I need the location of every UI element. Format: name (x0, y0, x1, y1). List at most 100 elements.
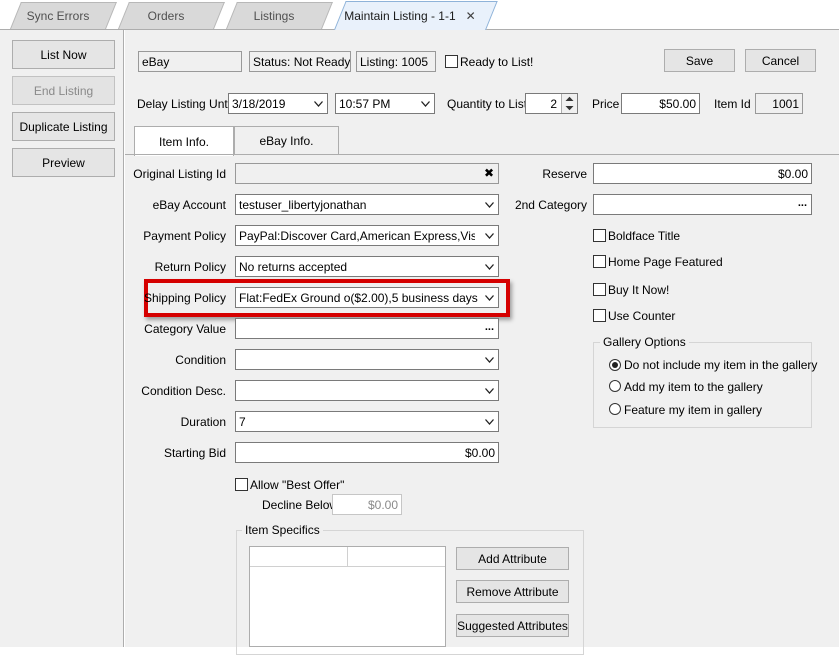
duration-value: 7 (239, 414, 246, 429)
category-value-field[interactable]: ... (235, 318, 499, 339)
quantity-spinner[interactable] (561, 94, 577, 113)
quantity-stepper[interactable]: 2 (525, 93, 578, 114)
close-icon[interactable]: ✕ (466, 9, 476, 23)
chevron-down-icon[interactable] (309, 94, 327, 113)
shipping-policy-label: Shipping Policy (143, 291, 226, 305)
tab-maintain-listing[interactable]: Maintain Listing - 1-1 ✕ (334, 1, 498, 30)
save-button[interactable]: Save (664, 49, 735, 72)
tab-listings[interactable]: Listings (226, 2, 333, 29)
ellipsis-icon[interactable]: ... (485, 321, 494, 333)
item-id-field: 1001 (755, 93, 803, 114)
condition-label: Condition (175, 353, 226, 367)
item-specifics-grid[interactable] (249, 546, 446, 647)
gallery-option-add-radio[interactable] (609, 380, 621, 392)
condition-desc-select[interactable] (235, 380, 499, 401)
decline-below-label: Decline Below (262, 498, 339, 512)
payment-policy-select[interactable]: PayPal:Discover Card,American Express,Vi… (235, 225, 499, 246)
return-policy-value: No returns accepted (239, 259, 348, 274)
delay-time-value: 10:57 PM (339, 96, 391, 111)
status-field: Status: Not Ready (249, 51, 351, 72)
return-policy-label: Return Policy (154, 260, 226, 274)
tab-label: Sync Errors (26, 8, 90, 23)
chevron-down-icon[interactable] (416, 94, 434, 113)
end-listing-button[interactable]: End Listing (12, 76, 115, 105)
shipping-policy-select[interactable]: Flat:FedEx Ground o($2.00),5 business da… (235, 287, 499, 308)
gallery-option-none-radio[interactable] (609, 359, 621, 371)
chevron-down-icon[interactable] (480, 288, 498, 307)
tab-item-info[interactable]: Item Info. (134, 126, 234, 156)
ready-to-list-checkbox[interactable] (445, 55, 458, 68)
tab-ebay-info[interactable]: eBay Info. (234, 126, 339, 154)
ebay-account-value: testuser_libertyjonathan (239, 197, 367, 212)
category-value-label: Category Value (144, 322, 226, 336)
preview-button[interactable]: Preview (12, 148, 115, 177)
buy-it-now-label: Buy It Now! (608, 283, 670, 297)
condition-desc-label: Condition Desc. (141, 384, 226, 398)
use-counter-checkbox[interactable] (593, 309, 606, 322)
item-specifics-label: Item Specifics (242, 523, 323, 537)
suggested-attributes-button[interactable]: Suggested Attributes (456, 614, 569, 637)
price-input[interactable]: $50.00 (621, 93, 700, 114)
shipping-policy-value: Flat:FedEx Ground o($2.00),5 business da… (239, 290, 478, 305)
delay-date-value: 3/18/2019 (232, 96, 286, 111)
starting-bid-input[interactable]: $0.00 (235, 442, 499, 463)
delay-time-picker[interactable]: 10:57 PM (335, 93, 435, 114)
duplicate-listing-button[interactable]: Duplicate Listing (12, 112, 115, 141)
site-field: eBay (138, 51, 242, 72)
grid-column-divider (347, 547, 348, 567)
ready-to-list-label: Ready to List! (460, 55, 534, 69)
chevron-up-icon[interactable] (565, 96, 574, 102)
remove-attribute-button[interactable]: Remove Attribute (456, 580, 569, 603)
home-page-featured-checkbox[interactable] (593, 255, 606, 268)
chevron-down-icon[interactable] (480, 412, 498, 431)
chevron-down-icon[interactable] (480, 195, 498, 214)
boldface-title-checkbox[interactable] (593, 229, 606, 242)
chevron-down-icon[interactable] (480, 257, 498, 276)
gallery-option-none-label: Do not include my item in the gallery (624, 358, 818, 372)
second-category-field[interactable]: ... (593, 194, 812, 215)
tab-label: Orders (147, 8, 185, 23)
add-attribute-button[interactable]: Add Attribute (456, 547, 569, 570)
gallery-option-add-label: Add my item to the gallery (624, 380, 763, 394)
cancel-button[interactable]: Cancel (745, 49, 816, 72)
tab-divider (125, 154, 839, 155)
decline-below-input[interactable]: $0.00 (332, 494, 402, 515)
use-counter-label: Use Counter (608, 309, 676, 323)
tab-orders[interactable]: Orders (118, 2, 225, 29)
tab-label: eBay Info. (259, 133, 314, 148)
gallery-option-feature-label: Feature my item in gallery (624, 403, 763, 417)
list-now-button[interactable]: List Now (12, 40, 115, 69)
tab-sync-errors[interactable]: Sync Errors (10, 2, 117, 29)
delay-date-picker[interactable]: 3/18/2019 (228, 93, 328, 114)
duration-label: Duration (180, 415, 226, 429)
quantity-value: 2 (550, 96, 557, 111)
gallery-option-feature-radio[interactable] (609, 403, 621, 415)
allow-best-offer-label: Allow "Best Offer" (250, 478, 345, 492)
tab-label: Listings (253, 8, 295, 23)
chevron-down-icon[interactable] (480, 226, 498, 245)
duration-select[interactable]: 7 (235, 411, 499, 432)
maintain-listing-panel: eBay Status: Not Ready Listing: 1005 Rea… (125, 30, 839, 655)
home-page-featured-label: Home Page Featured (608, 255, 723, 269)
ebay-account-select[interactable]: testuser_libertyjonathan (235, 194, 499, 215)
ebay-account-label: eBay Account (152, 198, 226, 212)
payment-policy-value: PayPal:Discover Card,American Express,Vi… (239, 228, 475, 243)
allow-best-offer-checkbox[interactable] (235, 478, 248, 491)
item-id-label: Item Id (714, 97, 751, 111)
left-action-panel: List Now End Listing Duplicate Listing P… (0, 30, 124, 647)
ellipsis-icon[interactable]: ... (798, 197, 807, 209)
price-label: Price (592, 97, 620, 111)
buy-it-now-checkbox[interactable] (593, 283, 606, 296)
chevron-down-icon[interactable] (480, 350, 498, 369)
listing-number-field: Listing: 1005 (356, 51, 436, 72)
condition-select[interactable] (235, 349, 499, 370)
boldface-title-label: Boldface Title (608, 229, 681, 243)
quantity-label: Quantity to List (447, 97, 528, 111)
reserve-input[interactable]: $0.00 (593, 163, 812, 184)
tab-label: Maintain Listing - 1-1 (344, 8, 456, 23)
chevron-down-icon[interactable] (565, 105, 574, 111)
original-listing-id-field[interactable]: ✖ (235, 163, 499, 184)
clear-icon[interactable]: ✖ (484, 166, 494, 180)
chevron-down-icon[interactable] (480, 381, 498, 400)
return-policy-select[interactable]: No returns accepted (235, 256, 499, 277)
